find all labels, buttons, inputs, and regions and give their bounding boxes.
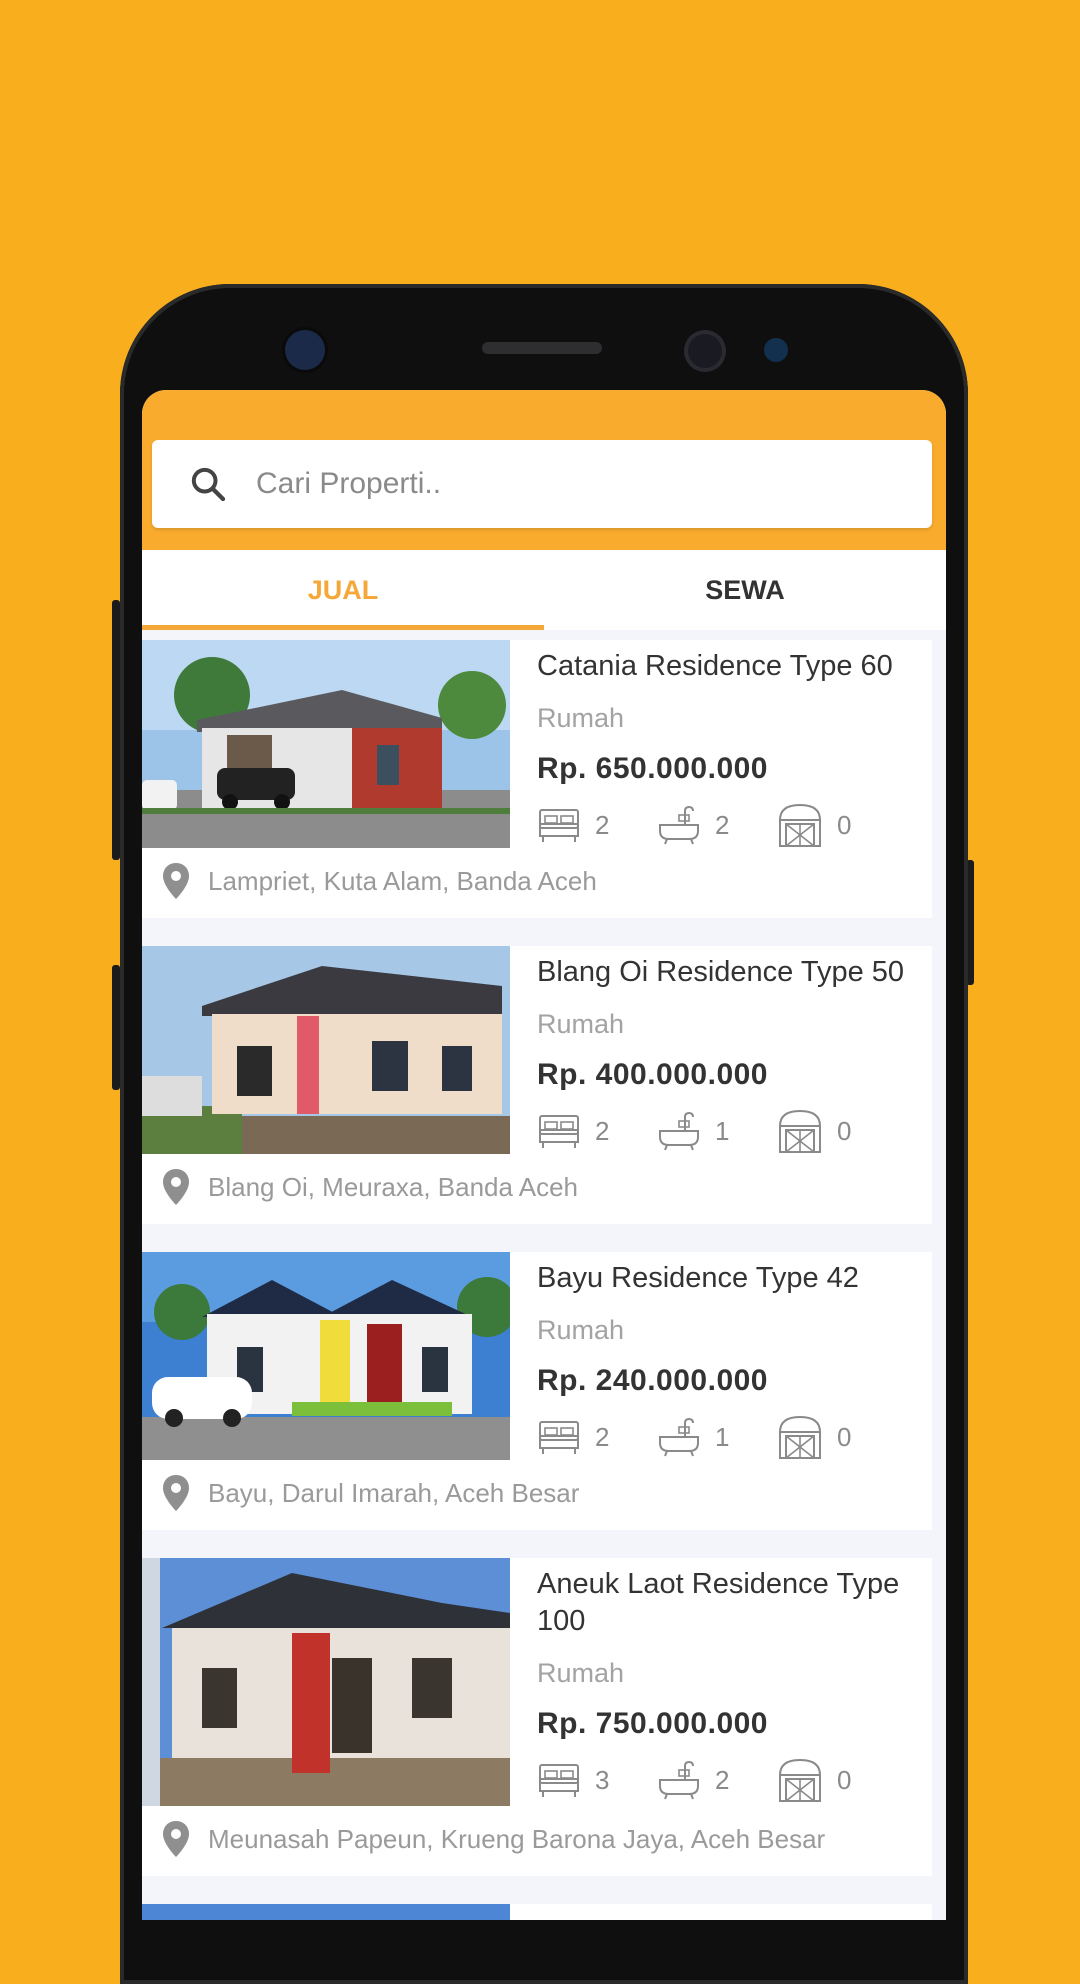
bedroom-count: 2 xyxy=(537,806,657,844)
garage-value: 0 xyxy=(837,809,852,840)
garage-count: 0 xyxy=(777,1757,897,1803)
property-photo xyxy=(142,1252,510,1460)
search-input[interactable] xyxy=(254,466,818,502)
garage-icon xyxy=(779,1109,821,1153)
bedroom-value: 2 xyxy=(595,1421,610,1452)
bathtub-icon xyxy=(659,805,699,845)
garage-count: 0 xyxy=(777,1108,897,1154)
property-type: Rumah xyxy=(537,1658,625,1688)
bathroom-count: 1 xyxy=(657,1111,777,1151)
garage-icon xyxy=(779,1758,821,1802)
property-features: 2 1 0 xyxy=(537,1108,932,1154)
volume-button xyxy=(112,600,120,860)
property-photo xyxy=(142,1904,510,1920)
property-card[interactable]: Catania Residence Type 60 Rumah Rp. 650.… xyxy=(142,640,932,918)
property-location: Meunasah Papeun, Krueng Barona Jaya, Ace… xyxy=(162,1820,825,1858)
property-type: Rumah xyxy=(537,703,625,733)
bed-icon xyxy=(539,1764,579,1797)
property-photo xyxy=(142,640,510,848)
location-pin-icon xyxy=(163,1169,189,1205)
property-type: Rumah xyxy=(537,1315,625,1345)
tab-sewa[interactable]: SEWA xyxy=(544,550,946,630)
bedroom-count: 2 xyxy=(537,1418,657,1456)
property-info: Aneuk Laot Residence Type 100 Rumah Rp. … xyxy=(537,1558,932,1803)
location-pin-icon xyxy=(163,863,189,899)
garage-icon xyxy=(779,1415,821,1459)
bedroom-count: 3 xyxy=(537,1761,657,1799)
location-text: Meunasah Papeun, Krueng Barona Jaya, Ace… xyxy=(208,1823,826,1854)
property-card[interactable]: Bayu Residence Type 42 Rumah Rp. 240.000… xyxy=(142,1252,932,1530)
property-features: 2 2 0 xyxy=(537,802,932,848)
proximity-sensor xyxy=(764,338,788,362)
property-price: Rp. 400.000.000 xyxy=(537,1058,768,1091)
bathroom-value: 2 xyxy=(715,1764,730,1795)
property-info: Catania Residence Type 60 Rumah Rp. 650.… xyxy=(537,640,932,848)
property-title: Bayu Residence Type 42 xyxy=(537,1262,859,1294)
bed-icon xyxy=(539,1115,579,1148)
location-pin-icon xyxy=(163,1475,189,1511)
bedroom-value: 2 xyxy=(595,1115,610,1146)
garage-value: 0 xyxy=(837,1421,852,1452)
property-list: Catania Residence Type 60 Rumah Rp. 650.… xyxy=(142,640,946,1920)
bedroom-value: 2 xyxy=(595,809,610,840)
tab-bar: JUAL SEWA xyxy=(142,550,946,630)
header-bar xyxy=(142,390,946,550)
property-title: Aneuk Laot Residence Type 100 xyxy=(537,1568,900,1637)
garage-value: 0 xyxy=(837,1115,852,1146)
bathroom-value: 1 xyxy=(715,1115,730,1146)
bathtub-icon xyxy=(659,1111,699,1151)
bedroom-count: 2 xyxy=(537,1112,657,1150)
bathtub-icon xyxy=(659,1760,699,1800)
property-title: Blang Oi Residence Type 50 xyxy=(537,956,905,988)
property-location: Blang Oi, Meuraxa, Banda Aceh xyxy=(162,1168,578,1206)
property-info: Bayu Residence Type 42 Rumah Rp. 240.000… xyxy=(537,1252,932,1460)
bathroom-value: 2 xyxy=(715,809,730,840)
property-location: Bayu, Darul Imarah, Aceh Besar xyxy=(162,1474,579,1512)
front-sensor xyxy=(285,330,325,370)
location-text: Bayu, Darul Imarah, Aceh Besar xyxy=(208,1477,580,1508)
tab-jual[interactable]: JUAL xyxy=(142,550,544,630)
bathroom-count: 2 xyxy=(657,1760,777,1800)
garage-value: 0 xyxy=(837,1764,852,1795)
garage-count: 0 xyxy=(777,1414,897,1460)
bathroom-count: 1 xyxy=(657,1417,777,1457)
earpiece-speaker xyxy=(482,342,602,354)
property-card-partial[interactable] xyxy=(142,1904,932,1920)
property-card[interactable]: Aneuk Laot Residence Type 100 Rumah Rp. … xyxy=(142,1558,932,1876)
front-camera xyxy=(684,330,726,372)
location-text: Blang Oi, Meuraxa, Banda Aceh xyxy=(208,1171,579,1202)
bathroom-count: 2 xyxy=(657,805,777,845)
property-title: Catania Residence Type 60 xyxy=(537,650,893,682)
property-type: Rumah xyxy=(537,1009,625,1039)
property-info: Blang Oi Residence Type 50 Rumah Rp. 400… xyxy=(537,946,932,1154)
property-price: Rp. 650.000.000 xyxy=(537,752,768,785)
bathtub-icon xyxy=(659,1417,699,1457)
garage-count: 0 xyxy=(777,802,897,848)
property-features: 3 2 0 xyxy=(537,1757,932,1803)
property-location: Lampriet, Kuta Alam, Banda Aceh xyxy=(162,862,597,900)
search-bar[interactable] xyxy=(152,440,932,528)
app-screen: JUAL SEWA xyxy=(142,390,946,1920)
search-icon xyxy=(191,467,226,502)
property-photo xyxy=(142,1558,510,1806)
power-key xyxy=(112,965,120,1090)
property-photo xyxy=(142,946,510,1154)
location-text: Lampriet, Kuta Alam, Banda Aceh xyxy=(208,865,597,896)
bedroom-value: 3 xyxy=(595,1764,610,1795)
property-features: 2 1 0 xyxy=(537,1414,932,1460)
property-price: Rp. 240.000.000 xyxy=(537,1364,768,1397)
bathroom-value: 1 xyxy=(715,1421,730,1452)
location-pin-icon xyxy=(163,1821,189,1857)
property-price: Rp. 750.000.000 xyxy=(537,1707,768,1740)
bed-icon xyxy=(539,809,579,842)
bed-icon xyxy=(539,1421,579,1454)
property-card[interactable]: Blang Oi Residence Type 50 Rumah Rp. 400… xyxy=(142,946,932,1224)
garage-icon xyxy=(779,803,821,847)
